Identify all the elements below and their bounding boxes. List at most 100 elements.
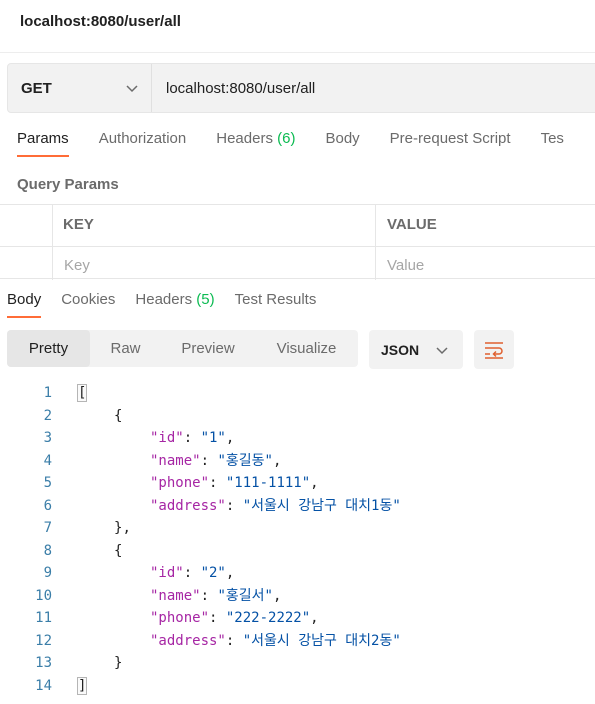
code-line: 13}	[0, 652, 595, 675]
query-params-table: KEY VALUE Key Value	[0, 204, 595, 280]
code-line: 9 "id": "2",	[0, 562, 595, 585]
json-value: "2"	[200, 565, 226, 581]
code-line: 14]	[0, 675, 595, 698]
code-content: "name": "홍길서",	[150, 587, 282, 604]
line-number: 12	[35, 632, 52, 649]
code-line: 12 "address": "서울시 강남구 대치2동"	[0, 630, 595, 653]
tab-pre-request-script[interactable]: Pre-request Script	[390, 130, 511, 157]
json-value: "서울시 강남구 대치2동"	[242, 632, 401, 649]
code-content: "address": "서울시 강남구 대치1동"	[150, 497, 401, 514]
json-bracket: {	[114, 542, 123, 559]
line-number: 3	[43, 430, 52, 446]
code-line: 10 "name": "홍길서",	[0, 585, 595, 608]
code-line: 5 "phone": "111-1111",	[0, 472, 595, 495]
code-content: },	[114, 520, 131, 536]
code-line: 4 "name": "홍길동",	[0, 450, 595, 473]
code-content: [	[76, 382, 88, 405]
json-value: "222-2222"	[225, 610, 311, 626]
tab-params[interactable]: Params	[17, 130, 69, 157]
tab-test-results[interactable]: Test Results	[235, 291, 317, 318]
code-line: 7},	[0, 517, 595, 540]
format-select[interactable]: JSON	[369, 330, 463, 369]
table-row: Key Value	[0, 246, 595, 283]
table-header-row: KEY VALUE	[0, 205, 595, 242]
json-value: "홍길서"	[217, 587, 273, 604]
line-number: 7	[43, 520, 52, 536]
response-code-editor[interactable]: 1[2{3 "id": "1", 4 "name": "홍길동", 5 "phone": …	[0, 382, 595, 697]
tab-tests[interactable]: Tes	[541, 130, 564, 157]
value-column-header: VALUE	[387, 216, 437, 233]
code-content: "phone": "111-1111",	[150, 475, 319, 491]
json-key: "id"	[150, 565, 184, 581]
json-key: "id"	[150, 430, 184, 446]
tab-headers[interactable]: Headers (6)	[216, 130, 295, 157]
line-number: 9	[43, 565, 52, 581]
code-content: {	[114, 540, 122, 563]
code-content: "id": "1",	[150, 430, 235, 446]
value-input[interactable]: Value	[387, 257, 424, 274]
request-title: localhost:8080/user/all	[20, 13, 181, 30]
query-params-title: Query Params	[17, 176, 119, 193]
code-content: "phone": "222-2222",	[150, 610, 319, 626]
json-key: "phone"	[150, 610, 210, 626]
format-label: JSON	[381, 341, 420, 358]
line-number: 2	[43, 407, 52, 424]
code-content: "name": "홍길동",	[150, 452, 282, 469]
json-bracket: ]	[76, 676, 88, 695]
tab-response-body[interactable]: Body	[7, 291, 42, 318]
json-value: "1"	[200, 430, 226, 446]
code-content: "address": "서울시 강남구 대치2동"	[150, 632, 401, 649]
code-content: "id": "2",	[150, 565, 235, 581]
line-number: 1	[43, 385, 52, 401]
json-bracket: [	[76, 384, 88, 402]
json-bracket: }	[114, 655, 123, 671]
chevron-down-icon	[436, 347, 448, 355]
method-select[interactable]: GET	[8, 64, 152, 112]
json-key: "address"	[150, 497, 226, 514]
line-number: 6	[43, 497, 52, 514]
method-label: GET	[21, 79, 52, 97]
key-column-header: KEY	[63, 216, 94, 233]
url-input[interactable]: localhost:8080/user/all	[152, 80, 315, 97]
request-bar: GET localhost:8080/user/all	[7, 63, 595, 113]
json-value: "111-1111"	[225, 475, 311, 491]
json-bracket: {	[114, 407, 123, 424]
view-raw-button[interactable]: Raw	[90, 330, 161, 367]
line-number: 10	[35, 587, 52, 604]
code-line: 3 "id": "1",	[0, 427, 595, 450]
line-number: 14	[35, 677, 52, 694]
line-number: 13	[35, 655, 52, 671]
code-line: 6 "address": "서울시 강남구 대치1동"	[0, 495, 595, 518]
view-pretty-button[interactable]: Pretty	[7, 330, 90, 367]
code-content: }	[114, 652, 122, 675]
title-divider	[0, 52, 595, 53]
json-value: "홍길동"	[217, 452, 273, 469]
json-value: "서울시 강남구 대치1동"	[242, 497, 401, 514]
tab-response-headers[interactable]: Headers (5)	[135, 291, 214, 318]
view-mode-selector: Pretty Raw Preview Visualize	[7, 330, 358, 367]
tab-cookies[interactable]: Cookies	[61, 291, 115, 318]
line-number: 8	[43, 542, 52, 559]
wrap-lines-icon	[485, 341, 503, 359]
line-number: 11	[35, 610, 52, 626]
code-line: 1[	[0, 382, 595, 405]
headers-count: (6)	[277, 130, 296, 147]
code-content: ]	[76, 675, 88, 698]
response-headers-count: (5)	[196, 291, 215, 308]
request-tabs: Params Authorization Headers (6) Body Pr…	[17, 130, 594, 157]
tab-body[interactable]: Body	[325, 130, 359, 157]
tab-authorization[interactable]: Authorization	[99, 130, 187, 157]
code-line: 11 "phone": "222-2222",	[0, 607, 595, 630]
view-visualize-button[interactable]: Visualize	[255, 330, 358, 367]
code-content: {	[114, 405, 122, 428]
response-tabs: Body Cookies Headers (5) Test Results	[7, 291, 336, 318]
json-key: "address"	[150, 632, 226, 649]
wrap-lines-button[interactable]	[474, 330, 514, 369]
key-input[interactable]: Key	[64, 257, 90, 274]
code-line: 8{	[0, 540, 595, 563]
json-key: "phone"	[150, 475, 210, 491]
code-line: 2{	[0, 405, 595, 428]
line-number: 4	[43, 452, 52, 469]
chevron-down-icon	[126, 85, 138, 93]
view-preview-button[interactable]: Preview	[161, 330, 255, 367]
